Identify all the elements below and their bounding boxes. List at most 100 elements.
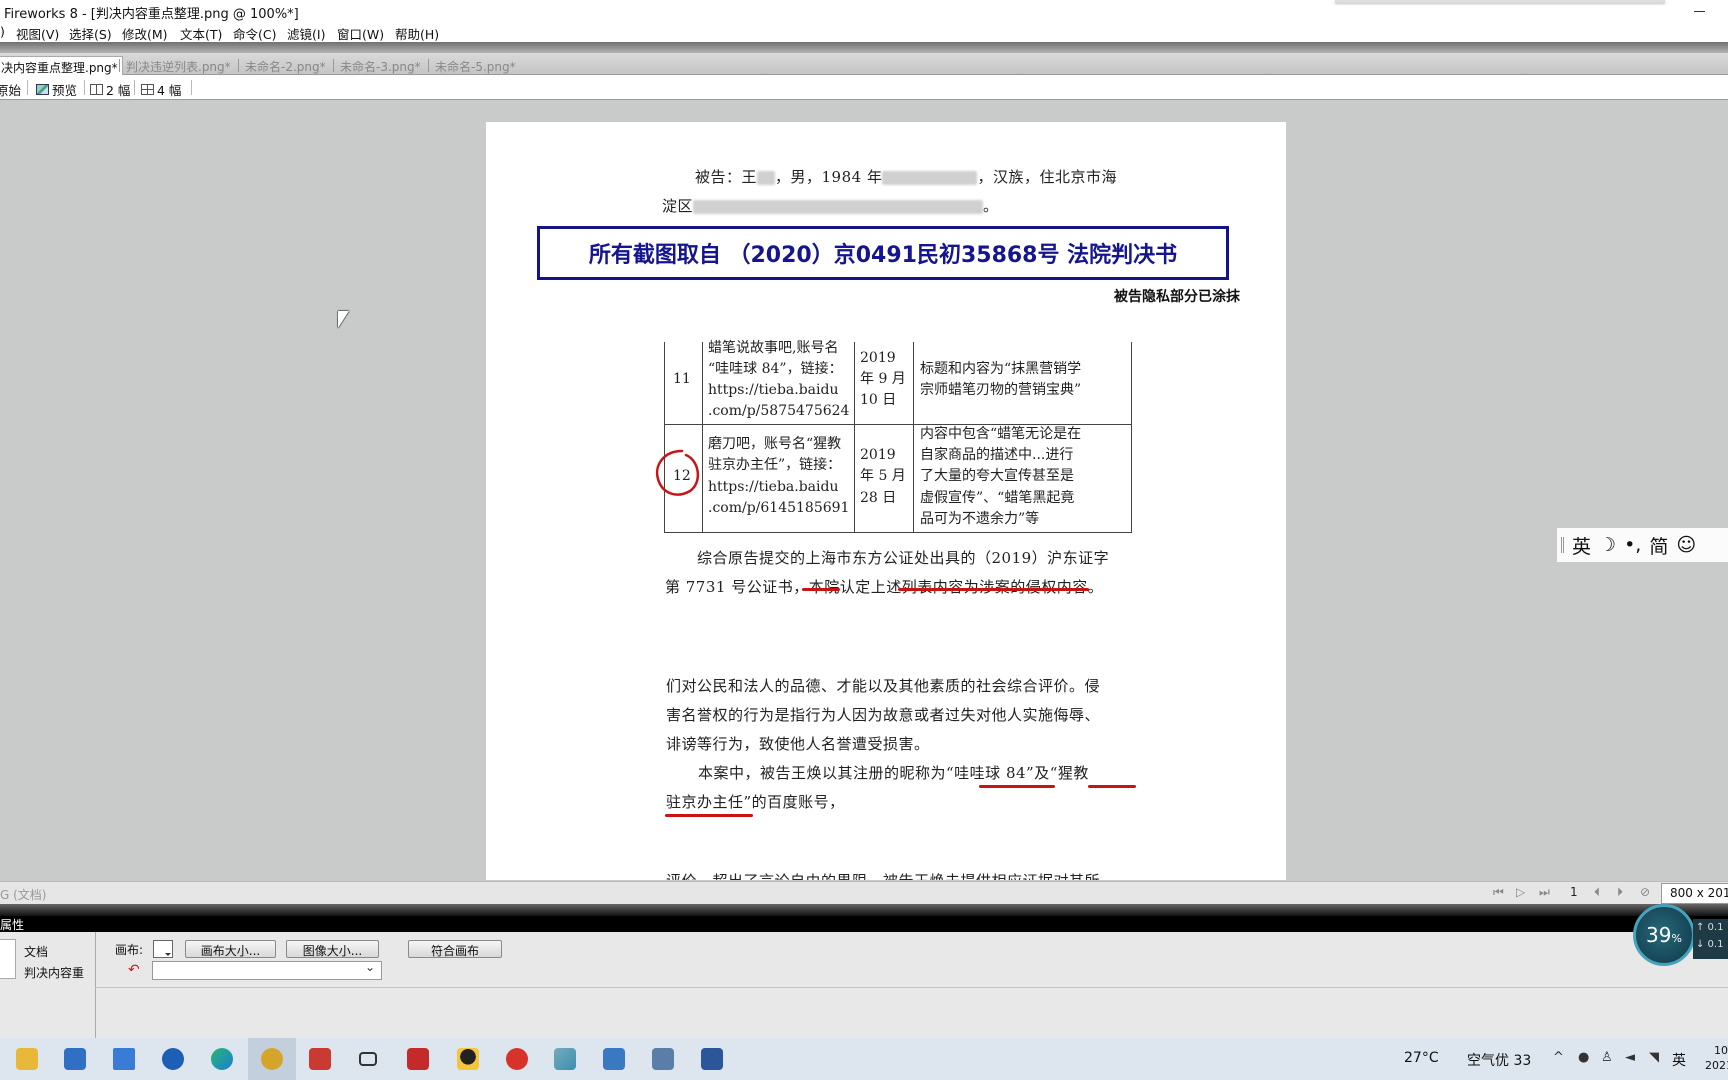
undo-icon[interactable]: ↶: [128, 962, 140, 978]
fit-canvas-button[interactable]: 符合画布: [408, 940, 502, 958]
paragraph-4-line-1: 评价，超出了言论自由的界限。被告王焕未提供相应证据对其所: [666, 870, 1100, 880]
table-border: [1131, 342, 1132, 533]
app-title: Fireworks 8 - [判决内容重点整理.png @ 100%*]: [4, 7, 299, 22]
tab-document-2[interactable]: 判决违逆列表.png*: [122, 56, 235, 75]
next-frame-icon[interactable]: ⏵: [1617, 885, 1623, 900]
canvas-color-swatch[interactable]: [153, 940, 173, 958]
properties-header[interactable]: 属性: [0, 916, 1728, 932]
properties-panel: 文档 判决内容重 画布: 画布大小... 图像大小... 符合画布 ↶: [0, 932, 1728, 1038]
tray-clock[interactable]: 10 2021: [1705, 1043, 1728, 1073]
privacy-note: 被告隐私部分已涂抹: [1114, 289, 1240, 305]
properties-title: 属性: [0, 918, 25, 932]
view-separator: [191, 80, 192, 95]
redaction: [693, 200, 984, 214]
user-tray-icon[interactable]: ♙: [1601, 1050, 1613, 1065]
menu-text[interactable]: 文本(T): [180, 24, 222, 43]
tab-separator: [333, 59, 334, 72]
word-icon[interactable]: [701, 1048, 723, 1070]
chevron-up-icon[interactable]: ^: [1553, 1050, 1564, 1065]
view-original-button[interactable]: 原始: [0, 80, 21, 99]
fireworks-icon[interactable]: [261, 1048, 283, 1070]
moon-icon[interactable]: ☽: [1599, 534, 1616, 556]
calculator-icon[interactable]: [603, 1048, 625, 1070]
ime-lang-toggle[interactable]: 英: [1572, 532, 1591, 559]
note-app-icon[interactable]: [554, 1048, 576, 1070]
mail-icon[interactable]: [64, 1048, 86, 1070]
paragraph-2-line-1: 们对公民和法人的品德、才能以及其他素质的社会综合评价。侵: [666, 677, 1101, 695]
table-row-12-account-4: .com/p/6145185691: [708, 500, 850, 516]
frame-number: 1: [1570, 885, 1578, 899]
browser-icon[interactable]: [162, 1048, 184, 1070]
download-speed: ↓ 0.1: [1696, 939, 1724, 950]
image-size-button[interactable]: 图像大小...: [286, 940, 379, 958]
view-preview-button[interactable]: 预览: [36, 80, 77, 99]
menu-window[interactable]: 窗口(W): [337, 24, 384, 43]
bird-app-icon[interactable]: [113, 1048, 135, 1070]
table-row-12-date-1: 2019: [860, 447, 896, 463]
table-row-12-content-2: 自家商品的描述中...进行: [920, 447, 1074, 463]
table-row-12-account-2: 驻京办主任”，链接：: [708, 457, 842, 473]
red-underline: [1088, 785, 1136, 788]
first-frame-icon[interactable]: ⏮: [1493, 885, 1504, 900]
defendant-line-2: 淀区 。: [662, 195, 999, 216]
menu-commands[interactable]: 命令(C): [233, 24, 276, 43]
redaction: [882, 171, 978, 185]
menu-help[interactable]: 帮助(H): [395, 24, 439, 43]
tray-air-quality[interactable]: 空气优 33: [1467, 1050, 1531, 1070]
document-select[interactable]: [152, 960, 382, 980]
punctuation-icon[interactable]: •,: [1624, 534, 1641, 556]
speaker-icon[interactable]: ◄: [1625, 1050, 1635, 1065]
ime-simplified-toggle[interactable]: 简: [1649, 532, 1668, 559]
taskbar: 27°C 空气优 33 ^ ● ♙ ◄ ◥ 英 10 2021: [0, 1038, 1728, 1080]
view-2up-button[interactable]: 2 幅: [90, 80, 130, 99]
tab-document-3[interactable]: 未命名-2.png*: [241, 56, 330, 75]
last-frame-icon[interactable]: ⏭: [1539, 885, 1550, 900]
view-original-label: 原始: [0, 83, 22, 98]
four-up-icon: [141, 84, 154, 95]
menu-view[interactable]: 视图(V): [16, 24, 59, 43]
video-icon[interactable]: [359, 1052, 377, 1066]
tab-document-4[interactable]: 未命名-3.png*: [336, 56, 425, 75]
foxit-icon[interactable]: [407, 1048, 429, 1070]
presenter-icon[interactable]: [309, 1048, 331, 1070]
table-row-11-date-2: 年 9 月: [860, 371, 906, 387]
table-row-11-account-2: “哇哇球 84”，链接：: [708, 361, 843, 377]
paragraph-1-line-2: 第 7731 号公证书，本院认定上述列表内容为涉案的侵权内容。: [665, 578, 1104, 596]
menu-filters[interactable]: 滤镜(I): [287, 24, 325, 43]
status-doc-label: G (文档): [0, 888, 47, 902]
red-app-icon[interactable]: [506, 1048, 528, 1070]
prev-frame-icon[interactable]: ⏴: [1594, 885, 1600, 900]
screen-app-icon[interactable]: [652, 1048, 674, 1070]
paragraph-3-line-2: 驻京办主任”的百度账号，: [666, 793, 845, 811]
menu-select[interactable]: 选择(S): [69, 24, 112, 43]
edge-icon[interactable]: [211, 1048, 233, 1070]
view-separator: [134, 80, 135, 95]
emoji-icon[interactable]: ☺: [1676, 534, 1696, 556]
canvas-size-button[interactable]: 画布大小...: [185, 940, 276, 958]
ime-drag-handle[interactable]: [1561, 537, 1564, 553]
tab-document-5[interactable]: 未命名-5.png*: [431, 56, 520, 75]
qq-icon[interactable]: [457, 1048, 479, 1070]
view-2up-label: 2 幅: [106, 83, 131, 98]
document-status-bar: G (文档) ⏮ ▷ ⏭ 1 ⏴ ⏵ ⊘ 800 x 201: [0, 881, 1728, 904]
tray-language[interactable]: 英: [1672, 1050, 1686, 1070]
document-canvas[interactable]: 被告：王 ，男，1984 年 ，汉族，住北京市海 淀区 。 所有截图取自 （2020）…: [486, 122, 1286, 880]
wifi-icon[interactable]: ◥: [1649, 1050, 1659, 1065]
microphone-icon[interactable]: ●: [1578, 1050, 1589, 1065]
file-explorer-icon[interactable]: [16, 1048, 38, 1070]
play-icon[interactable]: ▷: [1516, 885, 1525, 899]
view-4up-button[interactable]: 4 幅: [141, 80, 181, 99]
minimize-icon[interactable]: [1688, 2, 1712, 20]
network-meter[interactable]: 39%: [1633, 904, 1695, 966]
defendant-address-a: 淀区: [662, 197, 694, 215]
menu-modify[interactable]: 修改(M): [122, 24, 168, 43]
paragraph-1-line-1: 综合原告提交的上海市东方公证处出具的（2019）沪东证字: [697, 549, 1110, 567]
tray-date-text: 2021: [1705, 1059, 1728, 1072]
defendant-address-b: 。: [983, 197, 999, 215]
exit-icon[interactable]: ⊘: [1640, 885, 1650, 899]
defendant-text-a: 被告：王: [695, 168, 758, 186]
tab-document-1[interactable]: 决内容重点整理.png*: [0, 56, 123, 75]
defendant-line-1: 被告：王 ，男，1984 年 ，汉族，住北京市海: [695, 166, 1117, 187]
panel-divider: [0, 904, 1728, 916]
tray-weather[interactable]: 27°C: [1404, 1050, 1439, 1066]
